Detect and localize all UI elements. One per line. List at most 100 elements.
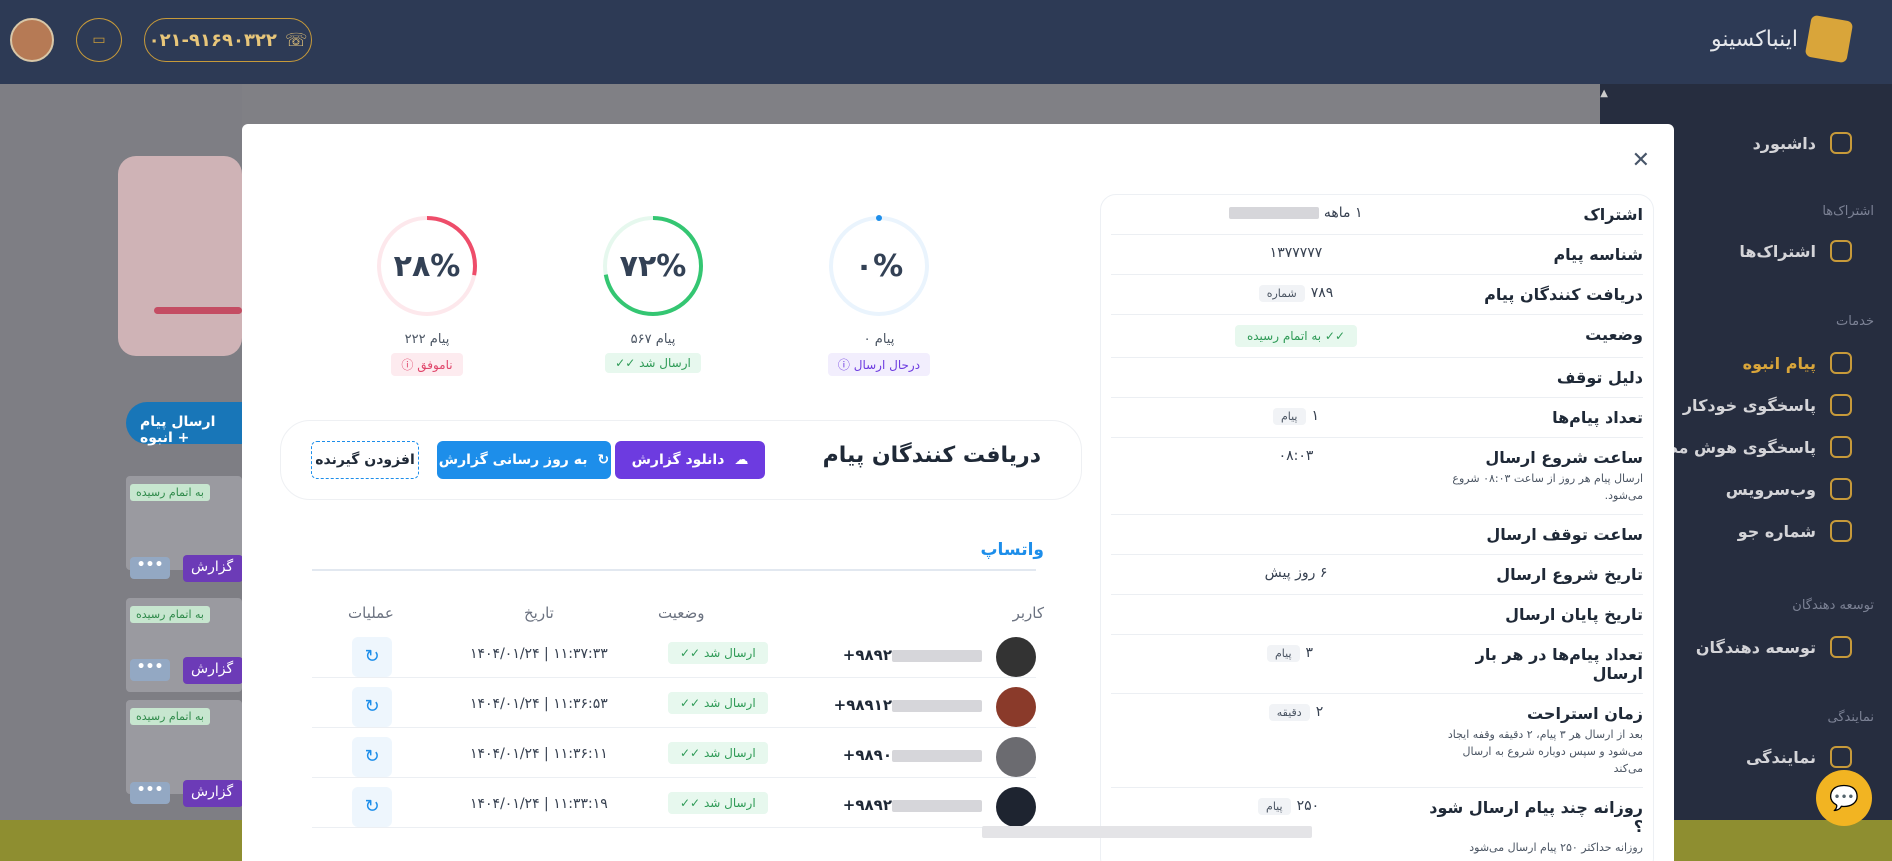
sidebar-item-developers[interactable]: توسعه دهندگان — [1696, 636, 1852, 658]
scroll-up-icon[interactable]: ▲ — [1600, 88, 1608, 99]
stat-sending: ۰% ۰ پیام ⓘ درحال ارسال — [814, 214, 944, 376]
refresh-icon[interactable]: ↻ — [352, 787, 392, 827]
subscriptions-icon — [1830, 240, 1852, 262]
phone-prefix: +۹۸۹۱۲ — [833, 696, 892, 714]
redacted-text — [892, 649, 982, 662]
close-icon[interactable]: ✕ — [1632, 148, 1650, 173]
refresh-icon[interactable]: ↻ — [352, 687, 392, 727]
cloud-download-icon: ☁ — [734, 452, 749, 468]
sidebar-item-number-finder[interactable]: شماره جو — [1738, 520, 1852, 542]
dashboard-icon — [1830, 132, 1852, 154]
bg-more-button[interactable]: ••• — [130, 782, 170, 804]
sidebar-item-label: شماره جو — [1737, 521, 1816, 541]
info-row-per-send: تعداد پیام‌ها در هر بار ارسال ۳ پیام — [1111, 635, 1643, 694]
unit-tag: شماره — [1258, 285, 1305, 302]
table-row: +۹۸۹۲ ✓✓ ارسال شد ۱۴۰۴/۰۱/۲۴ | ۱۱:۳۷:۳۳ ↻ — [312, 628, 1036, 678]
contact-avatar — [996, 737, 1036, 777]
ticket-icon: ▭ — [92, 32, 106, 48]
sidebar-item-label: وب‌سرویس — [1725, 479, 1816, 499]
info-value: ۳ پیام — [1111, 645, 1429, 662]
sidebar-item-autoreply[interactable]: پاسخگوی خودکار — [1683, 394, 1852, 416]
table-row: +۹۸۹۰ ✓✓ ارسال شد ۱۴۰۴/۰۱/۲۴ | ۱۱:۳۶:۱۱ ↻ — [312, 728, 1036, 778]
redacted-text — [892, 749, 982, 762]
label-description: بعد از ارسال هر ۳ پیام، ۲ دقیقه وقفه ایج… — [1447, 728, 1643, 775]
svg-text:۲۸%: ۲۸% — [394, 249, 461, 284]
info-label: زمان استراحت بعد از ارسال هر ۳ پیام، ۲ دق… — [1443, 704, 1643, 777]
row-date: ۱۴۰۴/۰۱/۲۴ | ۱۱:۳۷:۳۳ — [470, 646, 608, 662]
phone-number: ۰۲۱-۹۱۶۹۰۳۲۲ — [148, 29, 277, 51]
refresh-icon[interactable]: ↻ — [352, 637, 392, 677]
tab-underline — [312, 569, 1036, 571]
row-date: ۱۴۰۴/۰۱/۲۴ | ۱۱:۳۶:۵۳ — [470, 696, 608, 712]
info-row-stop-time: ساعت توقف ارسال — [1111, 515, 1643, 555]
chat-bubble-icon — [1830, 352, 1852, 374]
support-chat-icon[interactable]: 💬 — [1816, 770, 1872, 826]
info-value: ۱ پیام — [1111, 408, 1441, 425]
info-row-receivers: دریافت کنندگان پیام ۷۸۹ شماره — [1111, 275, 1643, 315]
sidebar-item-label: توسعه دهندگان — [1695, 637, 1816, 657]
bg-status: به اتمام رسیده — [130, 606, 210, 623]
bg-more-button[interactable]: ••• — [130, 557, 170, 579]
download-report-button[interactable]: دانلود گزارش ☁ — [615, 441, 765, 479]
info-row-msg-id: شناسه پیام ۱۳۷۷۷۷۷ — [1111, 235, 1643, 275]
sent-badge: ✓✓ ارسال شد — [605, 353, 701, 373]
bg-more-button[interactable]: ••• — [130, 659, 170, 681]
bg-report-button[interactable]: گزارش — [183, 780, 243, 807]
sidebar-item-webservice[interactable]: وب‌سرویس — [1726, 478, 1852, 500]
contact-avatar — [996, 787, 1036, 827]
user-avatar[interactable] — [10, 18, 54, 62]
info-label: تاریخ پایان ارسال — [1505, 605, 1643, 624]
sidebar-item-subscriptions[interactable]: اشتراک‌ها — [1739, 240, 1852, 262]
bg-summary-card — [118, 156, 242, 356]
info-value: ۷۸۹ شماره — [1111, 285, 1441, 302]
app-logo[interactable]: اینباکسینو — [1711, 14, 1854, 64]
add-receiver-button[interactable]: افزودن گیرنده — [311, 441, 419, 479]
contact-phone: +۹۸۹۲ — [843, 646, 982, 664]
unit-tag: پیام — [1266, 645, 1300, 662]
bg-status: به اتمام رسیده — [130, 484, 210, 501]
row-date: ۱۴۰۴/۰۱/۲۴ | ۱۱:۳۶:۱۱ — [470, 746, 608, 762]
info-value: ۲ دقیقه — [1111, 704, 1441, 721]
row-status-badge: ✓✓ ارسال شد — [668, 742, 768, 764]
redacted-text — [892, 699, 982, 712]
support-phone-button[interactable]: ۰۲۱-۹۱۶۹۰۳۲۲ ☏ — [144, 18, 312, 62]
status-text: ارسال شد — [703, 696, 756, 710]
redacted-text — [1229, 207, 1320, 219]
label-text: زمان استراحت — [1526, 704, 1643, 723]
ticket-button[interactable]: ▭ — [76, 18, 122, 62]
redacted-text — [892, 799, 982, 812]
subscription-value: ۱ ماهه — [1323, 205, 1363, 221]
failed-badge: ⓘ ناموفق — [391, 353, 463, 376]
receivers-value: ۷۸۹ — [1310, 285, 1334, 301]
info-label: تاریخ شروع ارسال — [1496, 565, 1643, 584]
bg-send-label: ارسال پیام انبوه — [140, 414, 216, 446]
sidebar-item-label: داشبورد — [1752, 133, 1816, 153]
label-text: روزانه چند پیام ارسال شود ؟ — [1429, 798, 1643, 836]
key-icon — [1830, 478, 1852, 500]
refresh-report-button[interactable]: به روز رسانی گزارش ↻ — [437, 441, 611, 479]
info-label: ساعت توقف ارسال — [1486, 525, 1643, 544]
info-row-start-time: ساعت شروع ارسال ارسال پیام هر روز از ساعت… — [1111, 438, 1643, 515]
info-label: ساعت شروع ارسال ارسال پیام هر روز از ساعت… — [1443, 448, 1643, 504]
tab-whatsapp[interactable]: واتساپ — [980, 540, 1044, 560]
redacted-text — [982, 826, 1312, 838]
status-badge: ✓✓ به اتمام رسیده — [1234, 325, 1358, 347]
bg-report-button[interactable]: گزارش — [183, 657, 243, 684]
info-value: ۱ ماهه — [1111, 205, 1441, 221]
sidebar-item-dashboard[interactable]: داشبورد — [1753, 132, 1852, 154]
label-text: ساعت شروع ارسال — [1485, 448, 1643, 467]
bg-report-button[interactable]: گزارش — [183, 555, 243, 582]
sidebar-item-bulk-message[interactable]: پیام انبوه — [1743, 352, 1852, 374]
status-text: ارسال شد — [703, 646, 756, 660]
contact-phone: +۹۸۹۰ — [843, 746, 982, 764]
info-label: دریافت کنندگان پیام — [1484, 285, 1643, 304]
contact-avatar — [996, 687, 1036, 727]
svg-text:۰%: ۰% — [855, 249, 903, 284]
info-row-status: وضعیت ✓✓ به اتمام رسیده — [1111, 315, 1643, 358]
refresh-icon[interactable]: ↻ — [352, 737, 392, 777]
stat-sent: ۷۲% ۵۶۷ پیام ✓✓ ارسال شد — [588, 214, 718, 373]
sidebar-item-agency[interactable]: نمایندگی — [1746, 746, 1852, 768]
phone-plus-icon — [1830, 520, 1852, 542]
column-header-user: کاربر — [1012, 604, 1044, 622]
info-row-rest: زمان استراحت بعد از ارسال هر ۳ پیام، ۲ دق… — [1111, 694, 1643, 788]
